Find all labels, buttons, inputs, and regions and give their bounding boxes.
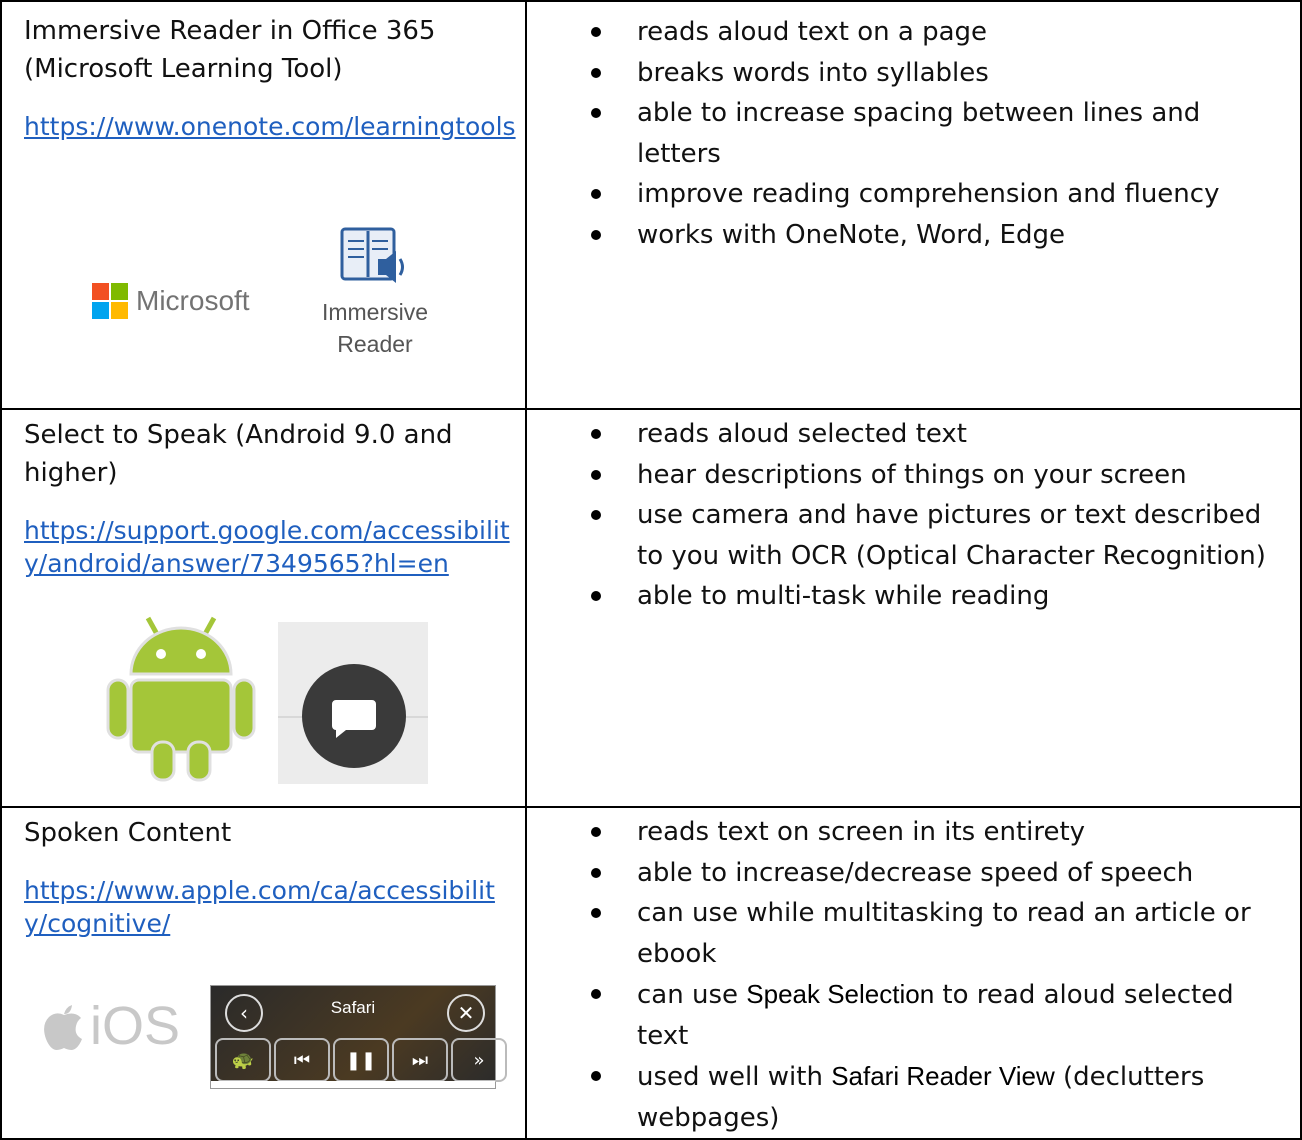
label-line: Immersive xyxy=(321,299,429,325)
features-cell: reads text on screen in its entirety abl… xyxy=(525,806,1302,1140)
tool-link[interactable]: https://www.apple.com/ca/accessibility/c… xyxy=(24,874,517,940)
ios-wordmark: iOS xyxy=(90,996,181,1056)
features-cell: reads aloud text on a page breaks words … xyxy=(525,0,1302,410)
skip-back-icon[interactable]: ⏮ xyxy=(274,1038,330,1082)
table-row: Immersive Reader in Office 365 (Microsof… xyxy=(0,0,1302,410)
feature-list: reads text on screen in its entirety abl… xyxy=(527,812,1300,1138)
tool-cell-spoken-content: Spoken Content https://www.apple.com/ca/… xyxy=(0,806,527,1140)
list-item: able to increase spacing between lines a… xyxy=(527,93,1300,174)
controller-footer xyxy=(211,1081,495,1088)
safari-reader-view-term: Safari Reader View xyxy=(831,1061,1055,1091)
features-cell: reads aloud selected text hear descripti… xyxy=(525,408,1302,808)
list-item: used well with Safari Reader View (declu… xyxy=(527,1056,1300,1138)
select-to-speak-icon-box xyxy=(278,622,428,784)
speech-bubble-icon xyxy=(302,664,406,768)
list-item: works with OneNote, Word, Edge xyxy=(527,215,1300,256)
label-line: Reader xyxy=(337,331,413,357)
safari-speech-controller: ‹ Safari ✕ 🐢 ⏮ ❚❚ ⏭ » xyxy=(210,985,507,1089)
list-item: able to multi-task while reading xyxy=(527,576,1300,617)
tool-title: Spoken Content xyxy=(24,818,232,848)
turtle-slow-icon[interactable]: 🐢 xyxy=(215,1038,271,1082)
tool-title: Immersive Reader in Office 365 (Microsof… xyxy=(24,16,436,84)
microsoft-logo: Microsoft xyxy=(92,283,250,319)
speed-icon[interactable]: » xyxy=(451,1038,507,1082)
close-icon[interactable]: ✕ xyxy=(447,994,485,1032)
android-robot-icon xyxy=(106,616,256,782)
list-item: reads text on screen in its entirety xyxy=(527,812,1300,853)
immersive-reader-icon xyxy=(340,227,404,283)
list-item: reads aloud selected text xyxy=(527,414,1300,455)
apple-icon xyxy=(44,1005,82,1050)
ios-logo: iOS xyxy=(42,995,180,1057)
bullet-text: used well with xyxy=(637,1062,832,1092)
list-item: improve reading comprehension and fluenc… xyxy=(527,174,1300,215)
microsoft-wordmark: Microsoft xyxy=(136,285,250,316)
list-item: use camera and have pictures or text des… xyxy=(527,495,1300,576)
microsoft-squares-icon xyxy=(92,283,128,319)
list-item: breaks words into syllables xyxy=(527,53,1300,94)
tool-cell-select-to-speak: Select to Speak (Android 9.0 and higher)… xyxy=(0,408,527,808)
table-row: Spoken Content https://www.apple.com/ca/… xyxy=(0,806,1302,1140)
list-item: reads aloud text on a page xyxy=(527,12,1300,53)
feature-list: reads aloud selected text hear descripti… xyxy=(527,414,1300,617)
skip-forward-icon[interactable]: ⏭ xyxy=(392,1038,448,1082)
list-item: able to increase/decrease speed of speec… xyxy=(527,853,1300,894)
tool-link[interactable]: https://support.google.com/accessibility… xyxy=(24,514,517,580)
speak-selection-term: Speak Selection xyxy=(746,979,935,1009)
immersive-reader-label: Immersive Reader xyxy=(300,296,450,360)
tool-title: Select to Speak (Android 9.0 and higher) xyxy=(24,420,453,488)
list-item: hear descriptions of things on your scre… xyxy=(527,455,1300,496)
bullet-text: can use xyxy=(637,980,747,1010)
feature-list: reads aloud text on a page breaks words … xyxy=(527,12,1300,255)
tool-link[interactable]: https://www.onenote.com/learningtools xyxy=(24,110,517,143)
pause-icon[interactable]: ❚❚ xyxy=(333,1038,389,1082)
tools-table: Immersive Reader in Office 365 (Microsof… xyxy=(0,0,1302,1140)
list-item: can use Speak Selection to read aloud se… xyxy=(527,974,1300,1056)
playback-controls: 🐢 ⏮ ❚❚ ⏭ » xyxy=(215,1038,507,1082)
list-item: can use while multitasking to read an ar… xyxy=(527,893,1300,974)
